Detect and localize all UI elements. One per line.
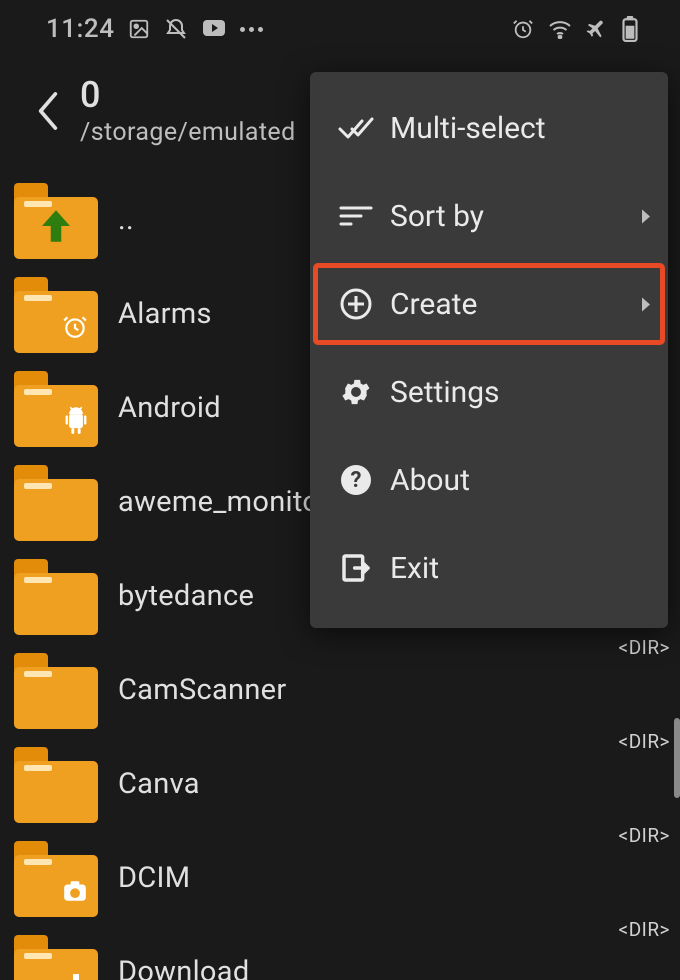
folder-icon [14,839,98,917]
list-item[interactable]: DCIM <DIR> [14,831,680,925]
multiselect-icon [332,115,380,141]
create-icon [332,287,380,321]
gear-icon [332,375,380,409]
folder-icon [14,463,98,541]
more-icon [240,27,263,32]
chevron-right-icon [640,199,652,234]
folder-icon [14,369,98,447]
folder-label: Android [118,391,221,425]
chevron-right-icon [640,287,652,322]
menu-multi-select[interactable]: Multi-select [310,84,668,172]
folder-icon [14,651,98,729]
svg-text:?: ? [351,468,362,493]
menu-exit[interactable]: Exit [310,524,668,612]
alarm-icon [512,18,534,40]
menu-label: About [390,463,470,498]
status-left: 11:24 [46,14,263,44]
youtube-icon [202,19,226,39]
list-item[interactable]: Canva <DIR> [14,737,680,831]
overflow-menu: Multi-select Sort by Create Settings ? A… [310,72,668,628]
folder-icon [14,275,98,353]
battery-icon [622,16,638,42]
folder-label: CamScanner [118,673,287,707]
sort-icon [332,204,380,228]
scrollbar-thumb[interactable] [674,718,680,798]
page-title: 0 [80,76,296,116]
folder-icon [14,557,98,635]
status-right [512,16,638,42]
list-item[interactable]: CamScanner <DIR> [14,643,680,737]
menu-create[interactable]: Create [310,260,668,348]
list-item[interactable]: Download [14,925,680,980]
menu-about[interactable]: ? About [310,436,668,524]
breadcrumb[interactable]: 0 /storage/emulated [80,76,296,147]
menu-label: Settings [390,375,500,410]
folder-up-icon [14,181,98,259]
menu-sort-by[interactable]: Sort by [310,172,668,260]
menu-label: Exit [390,551,439,586]
folder-label: bytedance [118,579,254,613]
exit-icon [332,552,380,584]
picture-icon [128,18,150,40]
menu-label: Multi-select [390,111,546,146]
about-icon: ? [332,464,380,496]
folder-icon [14,745,98,823]
folder-icon [14,933,98,980]
page-path: /storage/emulated [80,118,296,147]
folder-label: .. [118,203,134,237]
wifi-icon [548,19,572,39]
menu-label: Sort by [390,199,484,234]
folder-label: aweme_monito [118,485,319,519]
mute-icon [164,17,188,41]
airplane-icon [586,18,608,40]
status-bar: 11:24 [0,0,680,58]
menu-settings[interactable]: Settings [310,348,668,436]
folder-label: Download [118,955,250,980]
status-clock: 11:24 [46,14,114,44]
menu-label: Create [390,287,477,322]
back-button[interactable] [16,89,80,133]
folder-label: Alarms [118,297,212,331]
folder-label: DCIM [118,861,190,895]
folder-label: Canva [118,767,200,801]
